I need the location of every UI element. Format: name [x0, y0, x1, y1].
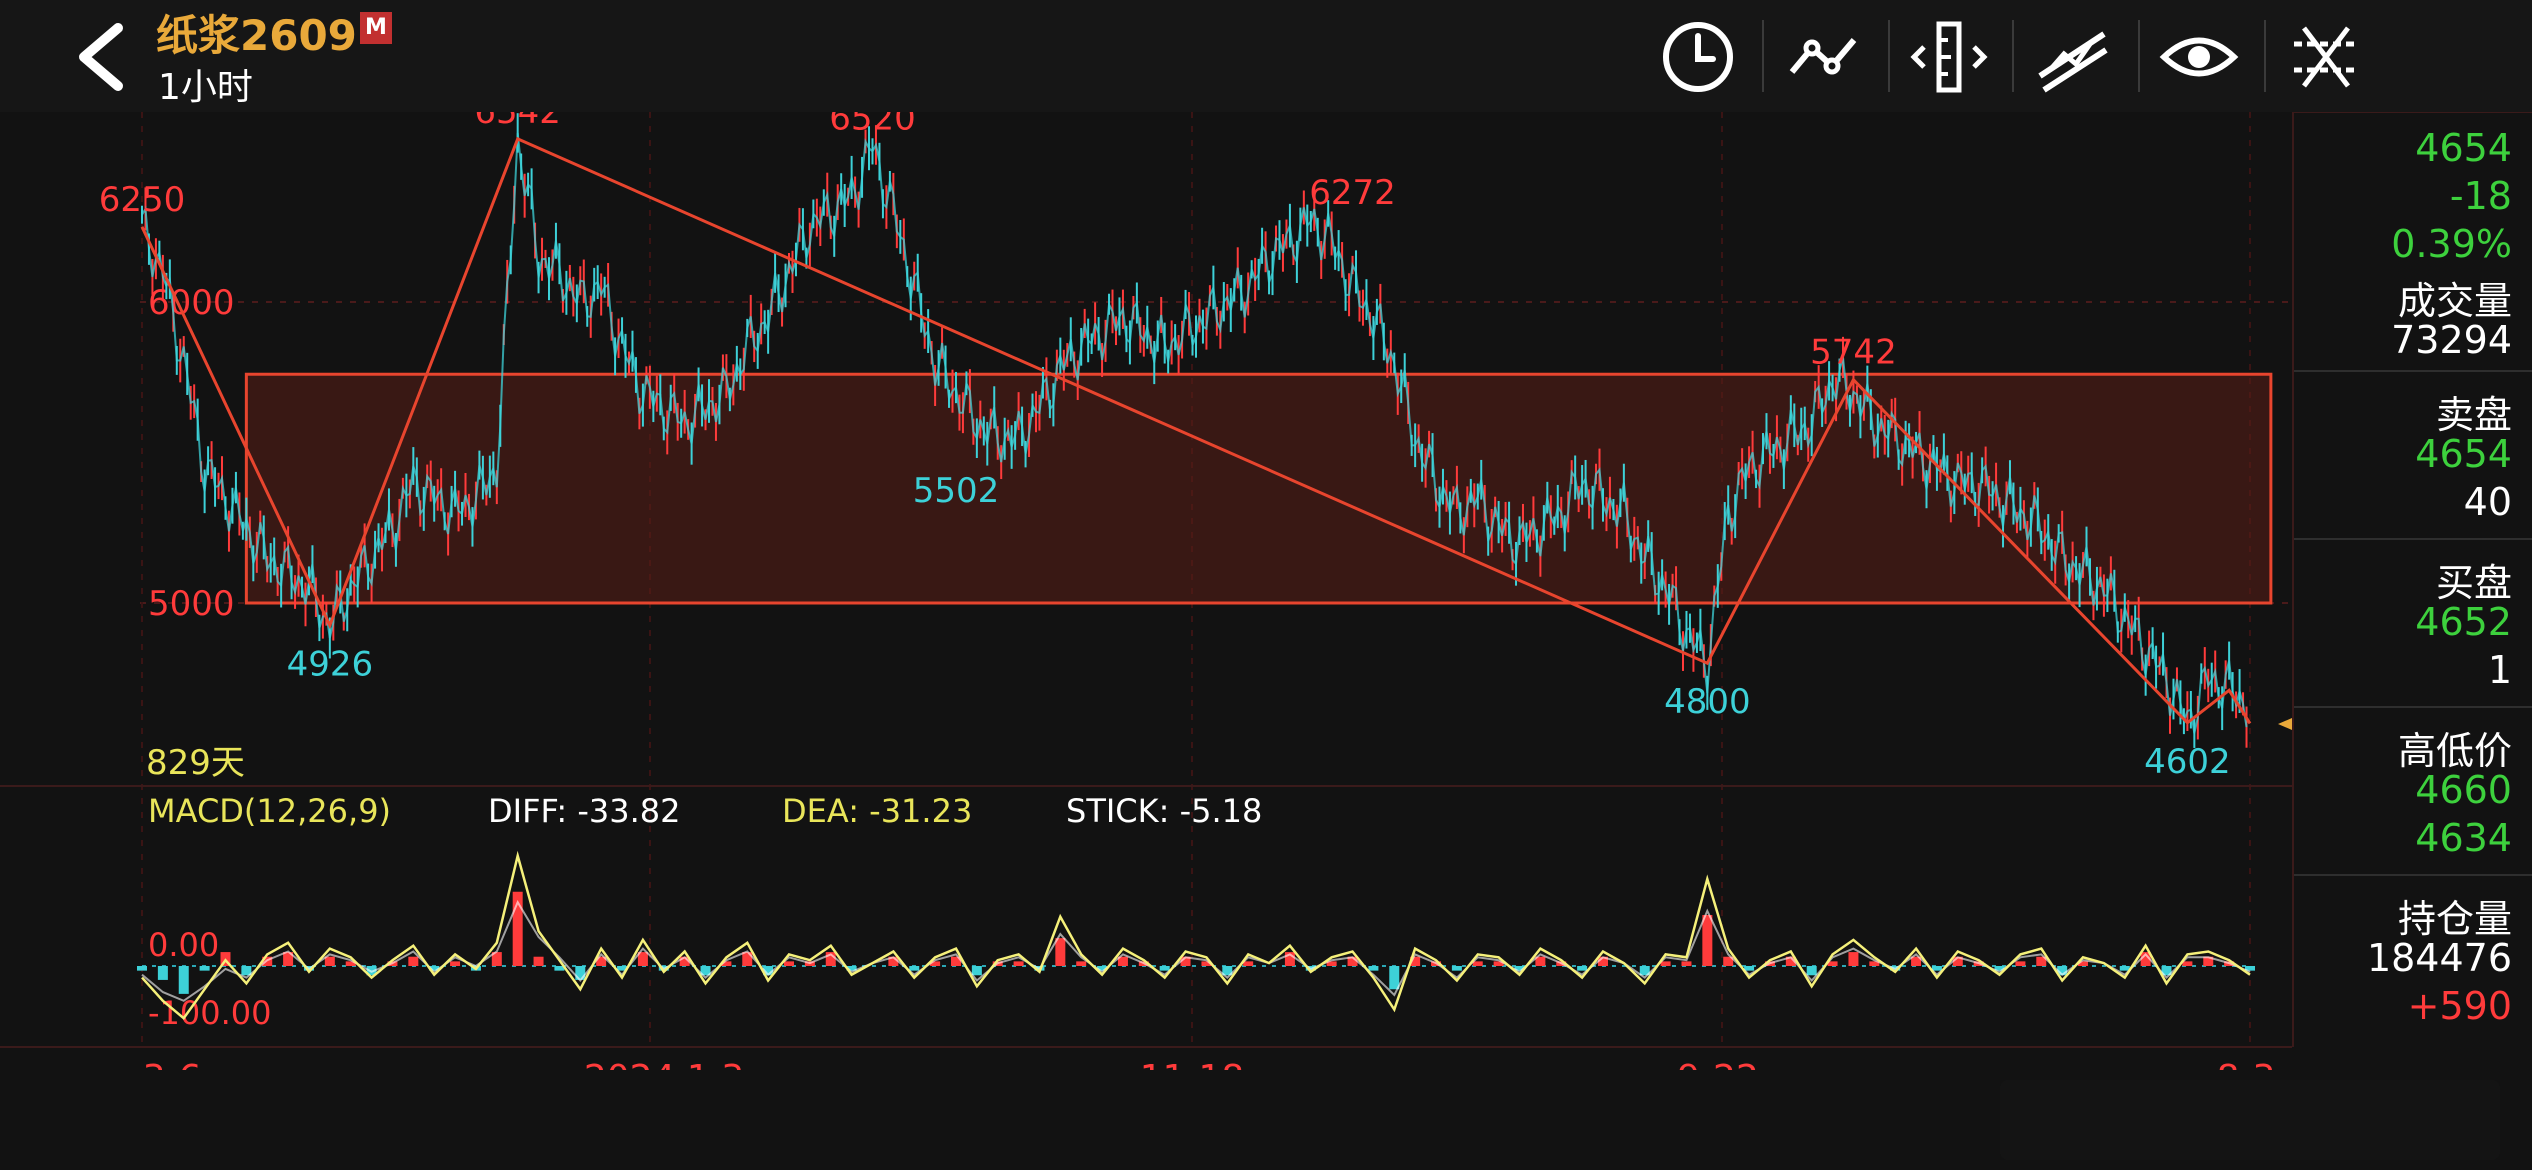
clock-icon: [1663, 22, 1733, 92]
pivot-label-6250: 6250: [99, 180, 186, 220]
bid-label: 买盘: [2435, 561, 2512, 605]
ask-qty: 40: [2463, 480, 2512, 524]
multi-line-icon: [2294, 26, 2356, 88]
pivot-label-5742: 5742: [1810, 333, 1897, 373]
high-low-label: 高低价: [2397, 729, 2512, 773]
price-change: -18: [2449, 174, 2512, 218]
macd-y-tick: -100.00: [148, 994, 272, 1032]
pivot-label-5502: 5502: [913, 471, 1000, 511]
last-price: 4654: [2415, 126, 2512, 170]
x-tick-label: 8-3: [2217, 1058, 2276, 1070]
open-interest-value: 184476: [2366, 936, 2512, 980]
ask-label: 卖盘: [2435, 393, 2512, 437]
ruler-button[interactable]: [1906, 14, 1992, 100]
watermark: [2000, 1080, 2500, 1160]
pivot-label-4926: 4926: [287, 644, 374, 684]
range-box: [244, 372, 2273, 605]
macd-stick: STICK: -5.18: [1066, 792, 1262, 830]
trend-lines-icon: [2038, 31, 2108, 93]
price-change-pct: 0.39%: [2391, 222, 2512, 266]
macd-title: MACD(12,26,9): [148, 792, 391, 830]
period-label[interactable]: 1小时: [158, 58, 253, 110]
macd-diff: DIFF: -33.82: [488, 792, 681, 830]
price-chart[interactable]: 6000 5000 6250 4926 6542 5502 6520 6272 4800 574…: [0, 112, 2292, 1070]
y-tick-label: 6000: [148, 283, 235, 323]
chevron-left-icon: [79, 23, 123, 91]
x-tick-label: 9-22: [1677, 1058, 1759, 1070]
visibility-button[interactable]: [2156, 14, 2242, 100]
trend-lines-button[interactable]: [2030, 14, 2116, 100]
bid-qty: 1: [2487, 648, 2512, 692]
ask-price: 4654: [2415, 432, 2512, 476]
high-price: 4660: [2415, 768, 2512, 812]
span-label: 829天: [146, 743, 245, 783]
volume-label: 成交量: [2397, 279, 2512, 323]
pivot-label-6542: 6542: [474, 112, 561, 132]
indicator-line-button[interactable]: [1780, 14, 1866, 100]
eye-icon: [2159, 37, 2239, 77]
pivot-label-6520: 6520: [829, 112, 916, 138]
volume-value: 73294: [2391, 318, 2512, 362]
drawing-tools-button[interactable]: [2282, 14, 2368, 100]
open-interest-label: 持仓量: [2397, 897, 2512, 941]
macd-dea: DEA: -31.23: [782, 792, 972, 830]
low-price: 4634: [2415, 816, 2512, 860]
quote-sidebar: 4654 -18 0.39% 成交量 73294 卖盘 4654 40 买盘 4…: [2292, 112, 2532, 1047]
x-tick-label: 3-6: [143, 1058, 202, 1070]
x-tick-label: 11-18: [1140, 1058, 1245, 1070]
macd-y-tick: 0.00: [148, 926, 219, 964]
instrument-title: 纸浆2609: [156, 11, 357, 60]
pivot-label-4800: 4800: [1664, 682, 1751, 722]
line-indicator-icon: [1789, 38, 1857, 75]
y-tick-label: 5000: [148, 584, 235, 624]
main-contract-badge: M: [360, 12, 392, 44]
back-button[interactable]: [70, 20, 140, 95]
crosshair-ruler-icon: [1910, 21, 1988, 93]
clock-button[interactable]: [1655, 14, 1741, 100]
open-interest-change: +590: [2407, 984, 2512, 1028]
pivot-label-4602: 4602: [2144, 742, 2231, 782]
top-bar: 纸浆2609 M 1小时: [0, 0, 2532, 113]
bid-price: 4652: [2415, 600, 2512, 644]
x-tick-label: 2024.1.3: [584, 1058, 744, 1070]
pivot-label-6272: 6272: [1309, 173, 1396, 213]
